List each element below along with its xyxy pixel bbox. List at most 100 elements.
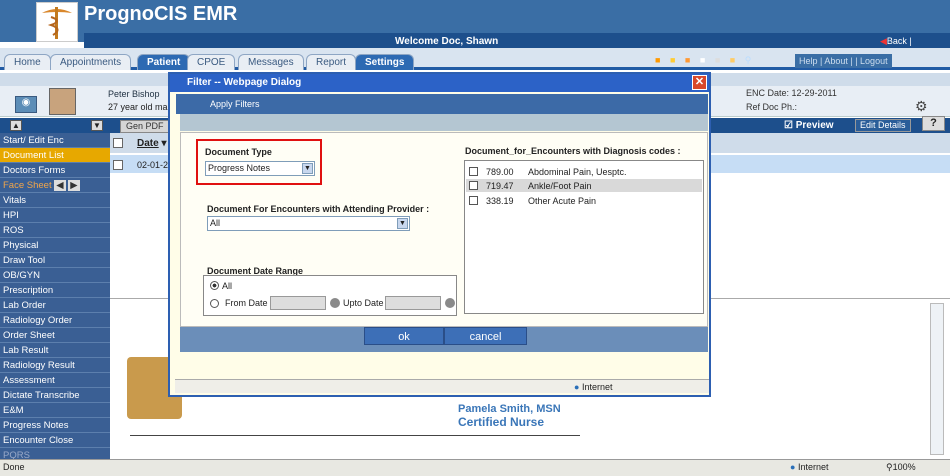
provider-value: All xyxy=(210,218,221,228)
welcome-text: Welcome Doc, Shawn xyxy=(395,36,499,47)
home-icon[interactable]: ■ xyxy=(655,55,660,65)
sort-down-icon: ▾ xyxy=(158,138,167,149)
back-arrow-icon: ◀ xyxy=(880,36,887,46)
radio-all-label: All xyxy=(222,281,233,291)
date-column-header[interactable]: Date ▾ xyxy=(137,138,167,149)
divider xyxy=(130,435,580,436)
ref-doc: Ref Doc Ph.: xyxy=(746,102,798,112)
dialog-title: Filter -- Webpage Dialog xyxy=(187,77,302,88)
diag-code: 789.00 xyxy=(486,167,514,177)
select-all-checkbox[interactable] xyxy=(113,138,123,148)
preview-scrollbar[interactable] xyxy=(930,303,944,455)
from-date-field[interactable] xyxy=(270,296,326,310)
sidebar-item-ob-gyn[interactable]: OB/GYN xyxy=(0,268,110,283)
binoculars-icon[interactable]: ◉ xyxy=(15,96,37,113)
sidebar-item-physical[interactable]: Physical xyxy=(0,238,110,253)
tab-cpoe[interactable]: CPOE xyxy=(187,54,236,70)
sidebar-item-document-list[interactable]: Document List xyxy=(0,148,110,163)
sidebar-item-e-and-m[interactable]: E&M xyxy=(0,403,110,418)
diag-code: 719.47 xyxy=(486,181,514,191)
cancel-button[interactable]: cancel xyxy=(444,327,527,345)
document-author-title: Certified Nurse xyxy=(458,415,545,429)
sidebar-item-order-sheet[interactable]: Order Sheet xyxy=(0,328,110,343)
checkbox-icon: ☑ xyxy=(784,120,796,131)
sidebar-item-dictate-transcribe[interactable]: Dictate Transcribe xyxy=(0,388,110,403)
sidebar-item-prescription[interactable]: Prescription xyxy=(0,283,110,298)
face-sheet-label: Face Sheet xyxy=(3,180,52,191)
close-icon[interactable]: ✕ xyxy=(692,75,707,90)
tab-settings[interactable]: Settings xyxy=(355,54,415,70)
patient-age: 27 year old male xyxy=(108,102,175,112)
rx-icon[interactable]: ⚙ xyxy=(915,98,928,115)
apply-filters-bar: Apply Filters xyxy=(176,94,708,114)
diag-checkbox[interactable] xyxy=(469,196,478,205)
sidebar-item-lab-order[interactable]: Lab Order xyxy=(0,298,110,313)
calendar-icon[interactable] xyxy=(445,298,455,308)
sidebar-item-ros[interactable]: ROS xyxy=(0,223,110,238)
chevron-down-icon: ▼ xyxy=(397,218,408,229)
back-label: Back | xyxy=(886,36,912,46)
diag-checkbox[interactable] xyxy=(469,181,478,190)
sidebar-item-encounter-close[interactable]: Encounter Close xyxy=(0,433,110,448)
provider-select[interactable]: All ▼ xyxy=(207,216,410,231)
upto-date-field[interactable] xyxy=(385,296,441,310)
gen-pdf-button[interactable]: Gen PDF xyxy=(120,120,170,133)
top-links[interactable]: Help | About | | Logout xyxy=(795,54,892,68)
preview-label: Preview xyxy=(795,120,834,131)
diag-desc: Abdominal Pain, Uesptc. xyxy=(528,167,627,177)
tab-report[interactable]: Report xyxy=(306,54,357,70)
status-zone-label: Internet xyxy=(797,462,829,472)
status-done: Done xyxy=(3,462,25,472)
sidebar-item-radiology-order[interactable]: Radiology Order xyxy=(0,313,110,328)
sidebar-item-assessment[interactable]: Assessment xyxy=(0,373,110,388)
dialog-status-bar xyxy=(175,379,709,393)
document-type-select[interactable]: Progress Notes ▼ xyxy=(205,161,315,176)
dialog-title-bar[interactable]: Filter -- Webpage Dialog xyxy=(170,74,709,92)
diag-desc: Ankle/Foot Pain xyxy=(528,181,592,191)
sidebar-item-radiology-result[interactable]: Radiology Result xyxy=(0,358,110,373)
sidebar-item-vitals[interactable]: Vitals xyxy=(0,193,110,208)
tab-patient[interactable]: Patient xyxy=(137,54,191,70)
sidebar-item-start-edit-enc[interactable]: Start/ Edit Enc xyxy=(0,133,110,148)
radio-all[interactable] xyxy=(210,281,219,290)
help-button[interactable]: ? xyxy=(922,116,945,131)
edit-details-button[interactable]: Edit Details xyxy=(855,119,911,132)
sidebar-item-doctors-forms[interactable]: Doctors Forms xyxy=(0,163,110,178)
expand-down-icon[interactable]: ▼ xyxy=(91,120,103,131)
calendar-icon[interactable] xyxy=(330,298,340,308)
chevron-down-icon: ▼ xyxy=(302,163,313,174)
prev-icon[interactable]: ◀ xyxy=(54,180,66,191)
users-icon[interactable]: ■ xyxy=(685,55,690,65)
caduceus-logo-icon xyxy=(36,2,78,42)
dialog-subheader xyxy=(180,114,708,131)
tab-appointments[interactable]: Appointments xyxy=(50,54,132,70)
globe-icon: ● xyxy=(574,382,580,392)
row-checkbox[interactable] xyxy=(113,160,123,170)
building-icon[interactable]: ■ xyxy=(670,55,675,65)
sidebar-item-face-sheet[interactable]: Face Sheet ◀ ▶ xyxy=(0,178,110,193)
checklist-icon[interactable]: ■ xyxy=(715,55,720,65)
sidebar-item-progress-notes[interactable]: Progress Notes xyxy=(0,418,110,433)
search-icon[interactable]: ⚲ xyxy=(745,55,752,65)
radio-from-date[interactable] xyxy=(210,299,219,308)
sidebar-item-draw-tool[interactable]: Draw Tool xyxy=(0,253,110,268)
patient-photo xyxy=(49,88,76,115)
sidebar-item-hpi[interactable]: HPI xyxy=(0,208,110,223)
preview-checkbox[interactable]: ☑ Preview xyxy=(784,120,834,131)
sidebar-item-lab-result[interactable]: Lab Result xyxy=(0,343,110,358)
mail-icon[interactable]: ■ xyxy=(730,55,735,65)
ok-button[interactable]: ok xyxy=(364,327,444,345)
tab-home[interactable]: Home xyxy=(4,54,51,70)
diag-checkbox[interactable] xyxy=(469,167,478,176)
document-type-value: Progress Notes xyxy=(208,163,271,173)
next-icon[interactable]: ▶ xyxy=(68,180,80,191)
collapse-up-icon[interactable]: ▲ xyxy=(10,120,22,131)
patient-name[interactable]: Peter Bishop xyxy=(108,89,160,99)
dialog-zone: ● Internet xyxy=(574,382,612,392)
tab-messages[interactable]: Messages xyxy=(238,54,304,70)
zoom-level[interactable]: ⚲100% xyxy=(886,462,916,473)
back-link[interactable]: ◀Back | xyxy=(880,36,912,47)
person-icon[interactable]: ■ xyxy=(700,55,705,65)
zoom-value: 100% xyxy=(892,462,916,472)
magnifier-icon: ⚲ xyxy=(886,462,893,472)
